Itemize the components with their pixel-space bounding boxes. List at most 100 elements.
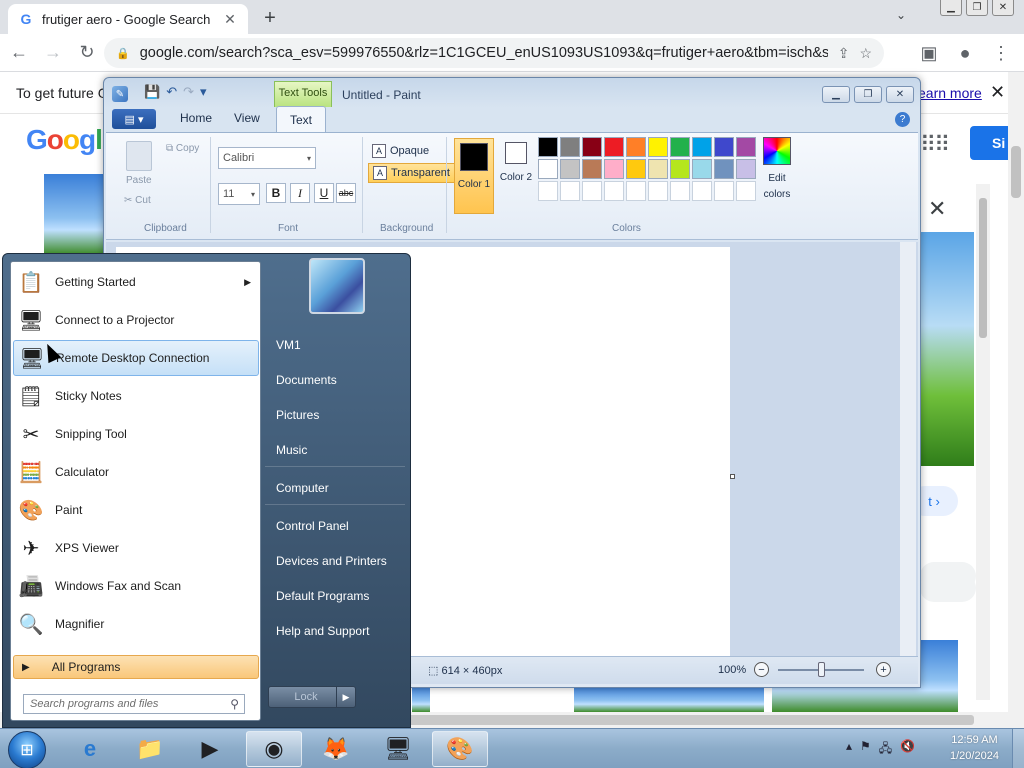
start-program-item[interactable]: 🔍 Magnifier (13, 606, 259, 642)
palette-swatch[interactable] (604, 137, 624, 157)
start-right-item[interactable]: Devices and Printers (276, 554, 387, 568)
palette-swatch[interactable] (560, 137, 580, 157)
paste-button[interactable]: Paste (126, 175, 152, 186)
start-program-item[interactable]: 🎨 Paint (13, 492, 259, 528)
remote-desktop-icon[interactable]: 🖥 (370, 731, 426, 767)
internet-explorer-icon[interactable]: e (62, 731, 118, 767)
side-panel-icon[interactable]: ▣ (914, 38, 944, 68)
italic-button[interactable]: I (290, 183, 310, 203)
save-icon[interactable]: 💾 (144, 84, 160, 100)
scrollbar-thumb[interactable] (1011, 146, 1021, 198)
palette-swatch[interactable] (604, 159, 624, 179)
cut-button[interactable]: ✂ Cut (124, 195, 151, 206)
paint-menu-button[interactable]: ▤ ▾ (112, 109, 156, 129)
start-program-item[interactable]: 🖥 Connect to a Projector (13, 302, 259, 338)
show-desktop-button[interactable] (1012, 729, 1024, 768)
page-scrollbar[interactable] (1008, 72, 1024, 728)
palette-swatch[interactable] (626, 137, 646, 157)
canvas-scrollbar[interactable] (900, 242, 916, 656)
new-tab-button[interactable]: + (258, 6, 282, 30)
address-bar[interactable]: 🔒 google.com/search?sca_esv=599976550&rl… (104, 38, 884, 68)
media-player-icon[interactable]: ▶ (182, 731, 238, 767)
file-explorer-icon[interactable]: 📁 (122, 731, 178, 767)
palette-swatch[interactable] (736, 181, 756, 201)
scrollbar-thumb[interactable] (979, 198, 987, 338)
palette-swatch[interactable] (626, 181, 646, 201)
zoom-slider-thumb[interactable] (818, 662, 825, 677)
start-program-item[interactable]: 🗒 Sticky Notes (13, 378, 259, 414)
start-right-item[interactable]: Music (276, 443, 307, 457)
preview-image[interactable] (918, 232, 974, 466)
tab-text[interactable]: Text (276, 106, 326, 133)
start-program-item[interactable]: 🧮 Calculator (13, 454, 259, 490)
palette-swatch[interactable] (538, 159, 558, 179)
profile-avatar-icon[interactable]: ● (950, 38, 980, 68)
minimize-button[interactable]: ▁ (822, 86, 850, 103)
tab-home[interactable]: Home (180, 111, 212, 125)
palette-swatch[interactable] (692, 159, 712, 179)
start-right-item[interactable]: Pictures (276, 408, 319, 422)
strikethrough-button[interactable]: abc (336, 183, 356, 203)
more-menu-icon[interactable]: ⋮ (986, 38, 1016, 68)
opaque-option[interactable]: A Opaque (368, 141, 433, 161)
chrome-icon[interactable]: ◉ (246, 731, 302, 767)
palette-swatch[interactable] (560, 181, 580, 201)
all-programs-button[interactable]: ▶ All Programs (13, 655, 259, 679)
customize-qat-icon[interactable]: ▾ (200, 84, 207, 100)
help-icon[interactable]: ? (895, 112, 910, 127)
firefox-icon[interactable]: 🦊 (308, 731, 364, 767)
start-right-item[interactable]: Default Programs (276, 589, 369, 603)
paint-app-icon[interactable]: ✎ (112, 86, 128, 102)
share-icon[interactable]: ⇪ (838, 45, 850, 62)
palette-swatch[interactable] (670, 181, 690, 201)
reload-button[interactable]: ↻ (72, 38, 102, 68)
learn-more-link[interactable]: earn more (918, 85, 982, 101)
start-right-item[interactable]: Computer (276, 481, 329, 495)
forward-button[interactable]: → (38, 38, 68, 68)
palette-swatch[interactable] (648, 181, 668, 201)
paint-titlebar[interactable]: ✎ 💾 ↶ ↷ ▾ Text Tools Untitled - Paint ▁ … (104, 78, 920, 108)
browser-tab[interactable]: G frutiger aero - Google Search ✕ (8, 4, 248, 34)
transparent-option[interactable]: A Transparent (368, 163, 455, 183)
palette-swatch[interactable] (736, 159, 756, 179)
start-right-item[interactable]: Documents (276, 373, 337, 387)
underline-button[interactable]: U (314, 183, 334, 203)
palette-swatch[interactable] (648, 137, 668, 157)
bold-button[interactable]: B (266, 183, 286, 203)
scrollbar[interactable] (976, 184, 990, 700)
start-right-item[interactable]: Control Panel (276, 519, 349, 533)
palette-swatch[interactable] (670, 159, 690, 179)
back-button[interactable]: ← (4, 38, 34, 68)
palette-swatch[interactable] (582, 137, 602, 157)
palette-swatch[interactable] (714, 159, 734, 179)
palette-swatch[interactable] (670, 137, 690, 157)
font-size-select[interactable]: 11 ▾ (218, 183, 260, 205)
image-result[interactable] (44, 174, 104, 254)
start-program-item[interactable]: ✂ Snipping Tool (13, 416, 259, 452)
color2-selector[interactable]: Color 2 (496, 138, 536, 214)
google-logo[interactable]: Googl (26, 124, 103, 156)
tab-view[interactable]: View (234, 111, 260, 125)
start-right-item[interactable]: VM1 (276, 338, 301, 352)
palette-swatch[interactable] (582, 181, 602, 201)
network-icon[interactable]: 🖧 (879, 739, 892, 760)
close-button[interactable]: ✕ (886, 86, 914, 103)
user-avatar[interactable] (309, 258, 365, 314)
related-pill[interactable] (920, 574, 976, 602)
close-icon[interactable]: ✕ (990, 82, 1005, 103)
volume-muted-icon[interactable]: 🔇 (900, 739, 915, 760)
palette-swatch[interactable] (538, 137, 558, 157)
close-icon[interactable]: ✕ (222, 11, 238, 27)
canvas-resize-handle[interactable] (730, 474, 735, 479)
star-icon[interactable]: ☆ (859, 45, 872, 62)
palette-swatch[interactable] (736, 137, 756, 157)
zoom-in-button[interactable]: + (876, 662, 891, 677)
restore-button[interactable]: ❐ (966, 0, 988, 16)
apps-grid-icon[interactable]: ⠿⠿ (920, 132, 950, 158)
copy-button[interactable]: ⧉ Copy (166, 143, 199, 154)
paste-clipboard-icon[interactable] (126, 141, 152, 171)
palette-swatch[interactable] (538, 181, 558, 201)
minimize-button[interactable]: ▁ (940, 0, 962, 16)
start-button[interactable]: ⊞ (8, 731, 46, 768)
paint-palette-icon[interactable]: 🎨 (432, 731, 488, 767)
